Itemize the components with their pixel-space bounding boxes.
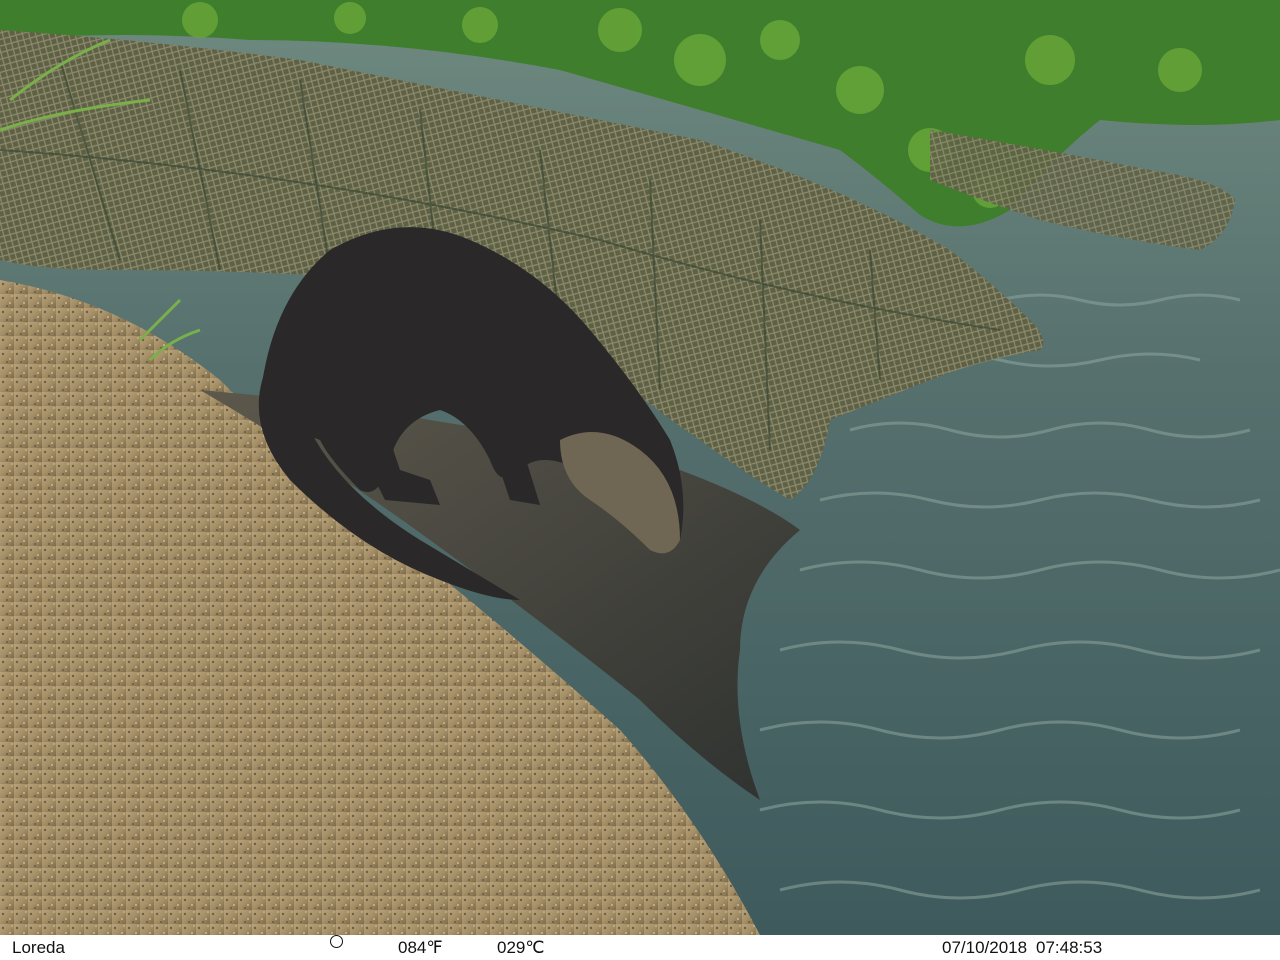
temperature-fahrenheit: 084℉ [398,938,443,957]
capture-time: 07:48:53 [1036,938,1103,957]
capture-date: 07/10/2018 [942,938,1028,957]
trail-camera-photo: Loreda 084℉ 029℃ 07/10/2018 07:48:53 [0,0,1280,960]
camera-info-bar: Loreda 084℉ 029℃ 07/10/2018 07:48:53 [0,935,1280,960]
temperature-celsius: 029℃ [497,938,545,957]
camera-location: Loreda [12,938,65,957]
photo-scene [0,0,1280,935]
full-moon-icon [330,935,343,948]
